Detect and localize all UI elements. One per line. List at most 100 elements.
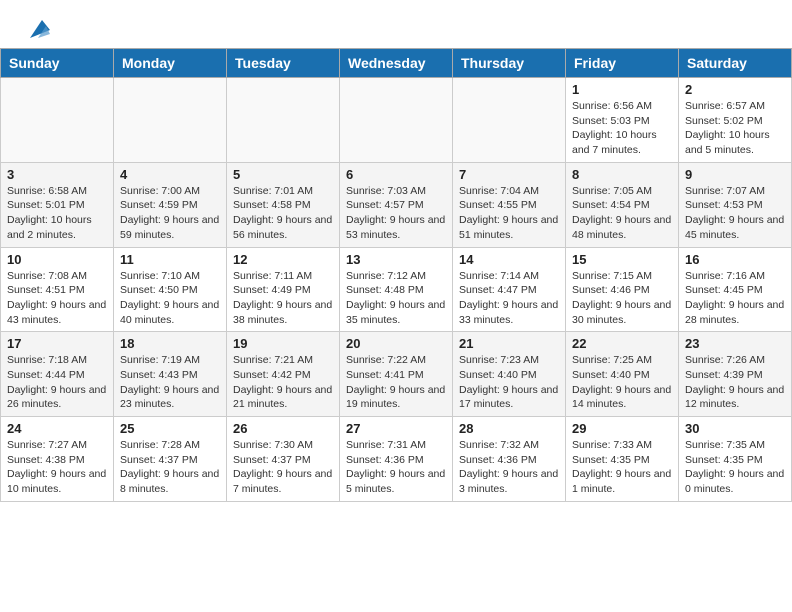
calendar-cell: 30 Sunrise: 7:35 AMSunset: 4:35 PMDayligh… (679, 417, 792, 502)
day-number: 14 (459, 252, 559, 267)
calendar-cell: 16Sunrise: 7:16 AMSunset: 4:45 PMDayligh… (679, 247, 792, 332)
calendar-cell (1, 78, 114, 163)
day-number: 8 (572, 167, 672, 182)
day-info: Sunrise: 7:26 AMSunset: 4:39 PMDaylight:… (685, 353, 785, 412)
day-number: 24 (7, 421, 107, 436)
day-number: 6 (346, 167, 446, 182)
calendar-cell: 9 Sunrise: 7:07 AMSunset: 4:53 PMDaylight… (679, 162, 792, 247)
day-number: 10 (7, 252, 107, 267)
day-number: 13 (346, 252, 446, 267)
page-header (0, 0, 792, 48)
column-header-sunday: Sunday (1, 49, 114, 78)
calendar-cell: 13 Sunrise: 7:12 AMSunset: 4:48 PMDayligh… (340, 247, 453, 332)
calendar-cell (340, 78, 453, 163)
day-number: 29 (572, 421, 672, 436)
calendar-cell (227, 78, 340, 163)
day-info: Sunrise: 7:30 AMSunset: 4:37 PMDaylight:… (233, 438, 333, 497)
day-number: 28 (459, 421, 559, 436)
calendar-cell: 22 Sunrise: 7:25 AMSunset: 4:40 PMDayligh… (566, 332, 679, 417)
day-info: Sunrise: 6:57 AMSunset: 5:02 PMDaylight:… (685, 99, 785, 158)
day-info: Sunrise: 7:05 AMSunset: 4:54 PMDaylight:… (572, 184, 672, 243)
day-number: 11 (120, 252, 220, 267)
calendar-cell: 5 Sunrise: 7:01 AMSunset: 4:58 PMDaylight… (227, 162, 340, 247)
calendar-cell: 19Sunrise: 7:21 AMSunset: 4:42 PMDayligh… (227, 332, 340, 417)
calendar-cell: 29 Sunrise: 7:33 AMSunset: 4:35 PMDayligh… (566, 417, 679, 502)
calendar-cell: 28 Sunrise: 7:32 AMSunset: 4:36 PMDayligh… (453, 417, 566, 502)
day-number: 25 (120, 421, 220, 436)
day-info: Sunrise: 7:35 AMSunset: 4:35 PMDaylight:… (685, 438, 785, 497)
day-info: Sunrise: 7:31 AMSunset: 4:36 PMDaylight:… (346, 438, 446, 497)
day-number: 30 (685, 421, 785, 436)
calendar-cell: 17 Sunrise: 7:18 AMSunset: 4:44 PMDayligh… (1, 332, 114, 417)
column-header-thursday: Thursday (453, 49, 566, 78)
day-number: 9 (685, 167, 785, 182)
calendar-cell: 23Sunrise: 7:26 AMSunset: 4:39 PMDayligh… (679, 332, 792, 417)
day-number: 5 (233, 167, 333, 182)
day-number: 17 (7, 336, 107, 351)
calendar-cell: 24 Sunrise: 7:27 AMSunset: 4:38 PMDayligh… (1, 417, 114, 502)
day-info: Sunrise: 7:15 AMSunset: 4:46 PMDaylight:… (572, 269, 672, 328)
day-number: 21 (459, 336, 559, 351)
day-info: Sunrise: 7:22 AMSunset: 4:41 PMDaylight:… (346, 353, 446, 412)
column-header-friday: Friday (566, 49, 679, 78)
day-info: Sunrise: 7:32 AMSunset: 4:36 PMDaylight:… (459, 438, 559, 497)
column-header-monday: Monday (114, 49, 227, 78)
calendar-week-2: 3Sunrise: 6:58 AMSunset: 5:01 PMDaylight… (1, 162, 792, 247)
day-info: Sunrise: 7:21 AMSunset: 4:42 PMDaylight:… (233, 353, 333, 412)
day-number: 26 (233, 421, 333, 436)
day-info: Sunrise: 7:12 AMSunset: 4:48 PMDaylight:… (346, 269, 446, 328)
day-number: 2 (685, 82, 785, 97)
day-number: 12 (233, 252, 333, 267)
calendar-cell: 3Sunrise: 6:58 AMSunset: 5:01 PMDaylight… (1, 162, 114, 247)
calendar-cell: 8 Sunrise: 7:05 AMSunset: 4:54 PMDaylight… (566, 162, 679, 247)
day-number: 20 (346, 336, 446, 351)
calendar-week-3: 10Sunrise: 7:08 AMSunset: 4:51 PMDayligh… (1, 247, 792, 332)
calendar-cell: 18 Sunrise: 7:19 AMSunset: 4:43 PMDayligh… (114, 332, 227, 417)
day-info: Sunrise: 7:00 AMSunset: 4:59 PMDaylight:… (120, 184, 220, 243)
logo (20, 16, 50, 44)
day-info: Sunrise: 7:07 AMSunset: 4:53 PMDaylight:… (685, 184, 785, 243)
day-info: Sunrise: 7:01 AMSunset: 4:58 PMDaylight:… (233, 184, 333, 243)
day-number: 18 (120, 336, 220, 351)
day-info: Sunrise: 7:14 AMSunset: 4:47 PMDaylight:… (459, 269, 559, 328)
calendar-cell: 26 Sunrise: 7:30 AMSunset: 4:37 PMDayligh… (227, 417, 340, 502)
calendar-week-4: 17 Sunrise: 7:18 AMSunset: 4:44 PMDayligh… (1, 332, 792, 417)
day-info: Sunrise: 7:33 AMSunset: 4:35 PMDaylight:… (572, 438, 672, 497)
day-number: 15 (572, 252, 672, 267)
calendar-cell (453, 78, 566, 163)
day-info: Sunrise: 7:03 AMSunset: 4:57 PMDaylight:… (346, 184, 446, 243)
calendar-cell: 21 Sunrise: 7:23 AMSunset: 4:40 PMDayligh… (453, 332, 566, 417)
column-header-saturday: Saturday (679, 49, 792, 78)
day-info: Sunrise: 7:23 AMSunset: 4:40 PMDaylight:… (459, 353, 559, 412)
calendar-week-1: 1 Sunrise: 6:56 AMSunset: 5:03 PMDaylight… (1, 78, 792, 163)
day-number: 4 (120, 167, 220, 182)
day-info: Sunrise: 7:27 AMSunset: 4:38 PMDaylight:… (7, 438, 107, 497)
day-info: Sunrise: 7:28 AMSunset: 4:37 PMDaylight:… (120, 438, 220, 497)
calendar-cell: 14 Sunrise: 7:14 AMSunset: 4:47 PMDayligh… (453, 247, 566, 332)
calendar-header-row: SundayMondayTuesdayWednesdayThursdayFrid… (1, 49, 792, 78)
calendar-week-5: 24 Sunrise: 7:27 AMSunset: 4:38 PMDayligh… (1, 417, 792, 502)
column-header-wednesday: Wednesday (340, 49, 453, 78)
day-info: Sunrise: 6:56 AMSunset: 5:03 PMDaylight:… (572, 99, 672, 158)
day-info: Sunrise: 7:18 AMSunset: 4:44 PMDaylight:… (7, 353, 107, 412)
calendar-cell (114, 78, 227, 163)
calendar-cell: 11 Sunrise: 7:10 AMSunset: 4:50 PMDayligh… (114, 247, 227, 332)
day-number: 27 (346, 421, 446, 436)
calendar-table: SundayMondayTuesdayWednesdayThursdayFrid… (0, 48, 792, 502)
day-info: Sunrise: 7:04 AMSunset: 4:55 PMDaylight:… (459, 184, 559, 243)
day-info: Sunrise: 7:11 AMSunset: 4:49 PMDaylight:… (233, 269, 333, 328)
logo-icon (22, 16, 50, 44)
day-number: 1 (572, 82, 672, 97)
calendar-cell: 10Sunrise: 7:08 AMSunset: 4:51 PMDayligh… (1, 247, 114, 332)
calendar-cell: 2 Sunrise: 6:57 AMSunset: 5:02 PMDaylight… (679, 78, 792, 163)
calendar-cell: 15 Sunrise: 7:15 AMSunset: 4:46 PMDayligh… (566, 247, 679, 332)
day-number: 3 (7, 167, 107, 182)
day-number: 22 (572, 336, 672, 351)
day-info: Sunrise: 7:19 AMSunset: 4:43 PMDaylight:… (120, 353, 220, 412)
day-info: Sunrise: 7:10 AMSunset: 4:50 PMDaylight:… (120, 269, 220, 328)
day-number: 16 (685, 252, 785, 267)
day-info: Sunrise: 7:25 AMSunset: 4:40 PMDaylight:… (572, 353, 672, 412)
calendar-cell: 25 Sunrise: 7:28 AMSunset: 4:37 PMDayligh… (114, 417, 227, 502)
calendar-cell: 4 Sunrise: 7:00 AMSunset: 4:59 PMDaylight… (114, 162, 227, 247)
calendar-cell: 20 Sunrise: 7:22 AMSunset: 4:41 PMDayligh… (340, 332, 453, 417)
